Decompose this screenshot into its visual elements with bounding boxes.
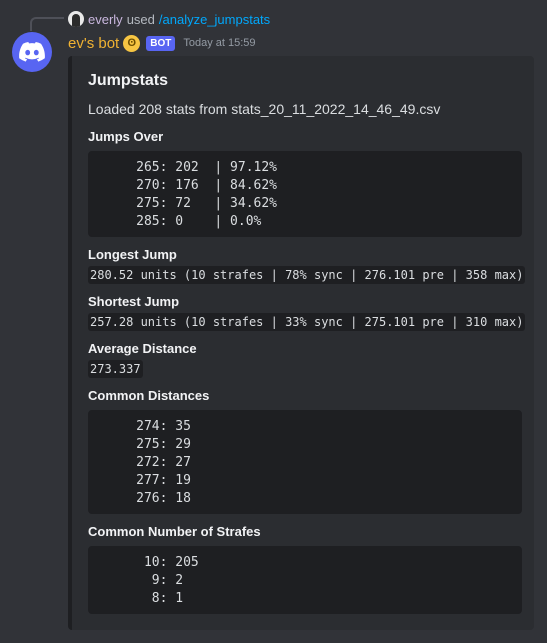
code-line: 10: 205 <box>97 555 199 570</box>
field-name-longest-jump: Longest Jump <box>88 247 177 262</box>
message-timestamp[interactable]: Today at 15:59 <box>183 37 255 49</box>
jumpstats-embed: Jumpstats Loaded 208 stats from stats_20… <box>68 56 534 630</box>
flushed-face-emoji-icon: ʘ <box>123 34 141 52</box>
code-line: 270: 176 | 84.62% <box>97 178 278 193</box>
field-name-common-strafes: Common Number of Strafes <box>88 524 261 539</box>
code-line: 277: 19 <box>97 473 191 488</box>
bot-tag: BOT <box>146 35 176 51</box>
bot-avatar[interactable] <box>12 32 52 72</box>
code-line: 275: 72 | 34.62% <box>97 196 278 211</box>
common-strafes-codeblock: 10: 205 9: 2 8: 1 <box>88 546 522 614</box>
code-line: 9: 2 <box>97 573 184 588</box>
reply-avatar[interactable] <box>68 11 84 27</box>
code-line: 274: 35 <box>97 419 191 434</box>
jumps-over-codeblock: 265: 202 | 97.12% 270: 176 | 84.62% 275:… <box>88 151 522 237</box>
reply-username[interactable]: everly <box>88 12 123 27</box>
reply-reference[interactable]: everly used /analyze_jumpstats <box>68 10 270 28</box>
average-distance-value: 273.337 <box>88 360 143 378</box>
message-header: ev's bot ʘ BOT Today at 15:59 <box>68 33 256 53</box>
field-name-average-distance: Average Distance <box>88 341 197 356</box>
code-line: 275: 29 <box>97 437 191 452</box>
code-line: 265: 202 | 97.12% <box>97 160 278 175</box>
code-line: 272: 27 <box>97 455 191 470</box>
code-line: 8: 1 <box>97 591 184 606</box>
code-line: 276: 18 <box>97 491 191 506</box>
reply-verb: used <box>126 11 155 27</box>
reply-command-link[interactable]: /analyze_jumpstats <box>159 12 270 27</box>
reply-connector <box>30 17 64 31</box>
field-name-common-distances: Common Distances <box>88 388 210 403</box>
bot-username[interactable]: ev's bot <box>68 35 119 52</box>
discord-logo-icon <box>19 42 45 62</box>
shortest-jump-value: 257.28 units (10 strafes | 33% sync | 27… <box>88 313 526 331</box>
code-line: 285: 0 | 0.0% <box>97 214 262 229</box>
field-name-jumps-over: Jumps Over <box>88 129 164 144</box>
longest-jump-value: 280.52 units (10 strafes | 78% sync | 27… <box>88 266 526 284</box>
common-distances-codeblock: 274: 35 275: 29 272: 27 277: 19 276: 18 <box>88 410 522 514</box>
field-name-shortest-jump: Shortest Jump <box>88 294 180 309</box>
embed-description: Loaded 208 stats from stats_20_11_2022_1… <box>88 101 441 117</box>
embed-title: Jumpstats <box>88 72 169 89</box>
